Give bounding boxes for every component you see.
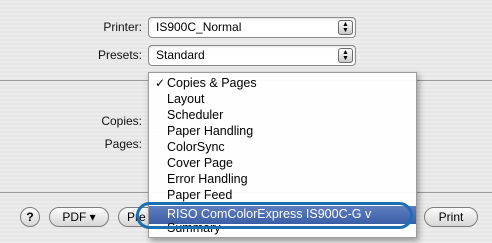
updown-arrows-icon: ▲ ▼ [338,20,353,35]
updown-arrows-icon: ▲ ▼ [338,48,353,63]
menu-item-colorsync[interactable]: ColorSync [167,140,225,154]
presets-select[interactable]: Standard ▲ ▼ [148,45,356,66]
menu-item-scheduler[interactable]: Scheduler [167,108,223,122]
presets-select-value: Standard [156,48,205,62]
menu-item-paper-feed[interactable]: Paper Feed [167,188,232,202]
highlight-ring [136,202,413,229]
menu-item-cover-page[interactable]: Cover Page [167,156,233,170]
printer-label: Printer: [103,20,142,34]
copies-label: Copies: [101,114,142,128]
pdf-button[interactable]: PDF ▾ [49,207,109,227]
presets-label: Presets: [97,48,142,62]
help-button[interactable]: ? [20,207,40,227]
menu-item-copies-pages[interactable]: Copies & Pages [167,76,257,90]
menu-item-layout[interactable]: Layout [167,92,205,106]
menu-item-error-handling[interactable]: Error Handling [167,172,248,186]
printer-select[interactable]: IS900C_Normal ▲ ▼ [148,17,356,38]
menu-item-paper-handling[interactable]: Paper Handling [167,124,253,138]
printer-select-value: IS900C_Normal [156,20,242,34]
print-button[interactable]: Print [424,207,478,227]
checkmark-icon: ✓ [155,76,166,90]
pages-label: Pages: [104,137,142,151]
